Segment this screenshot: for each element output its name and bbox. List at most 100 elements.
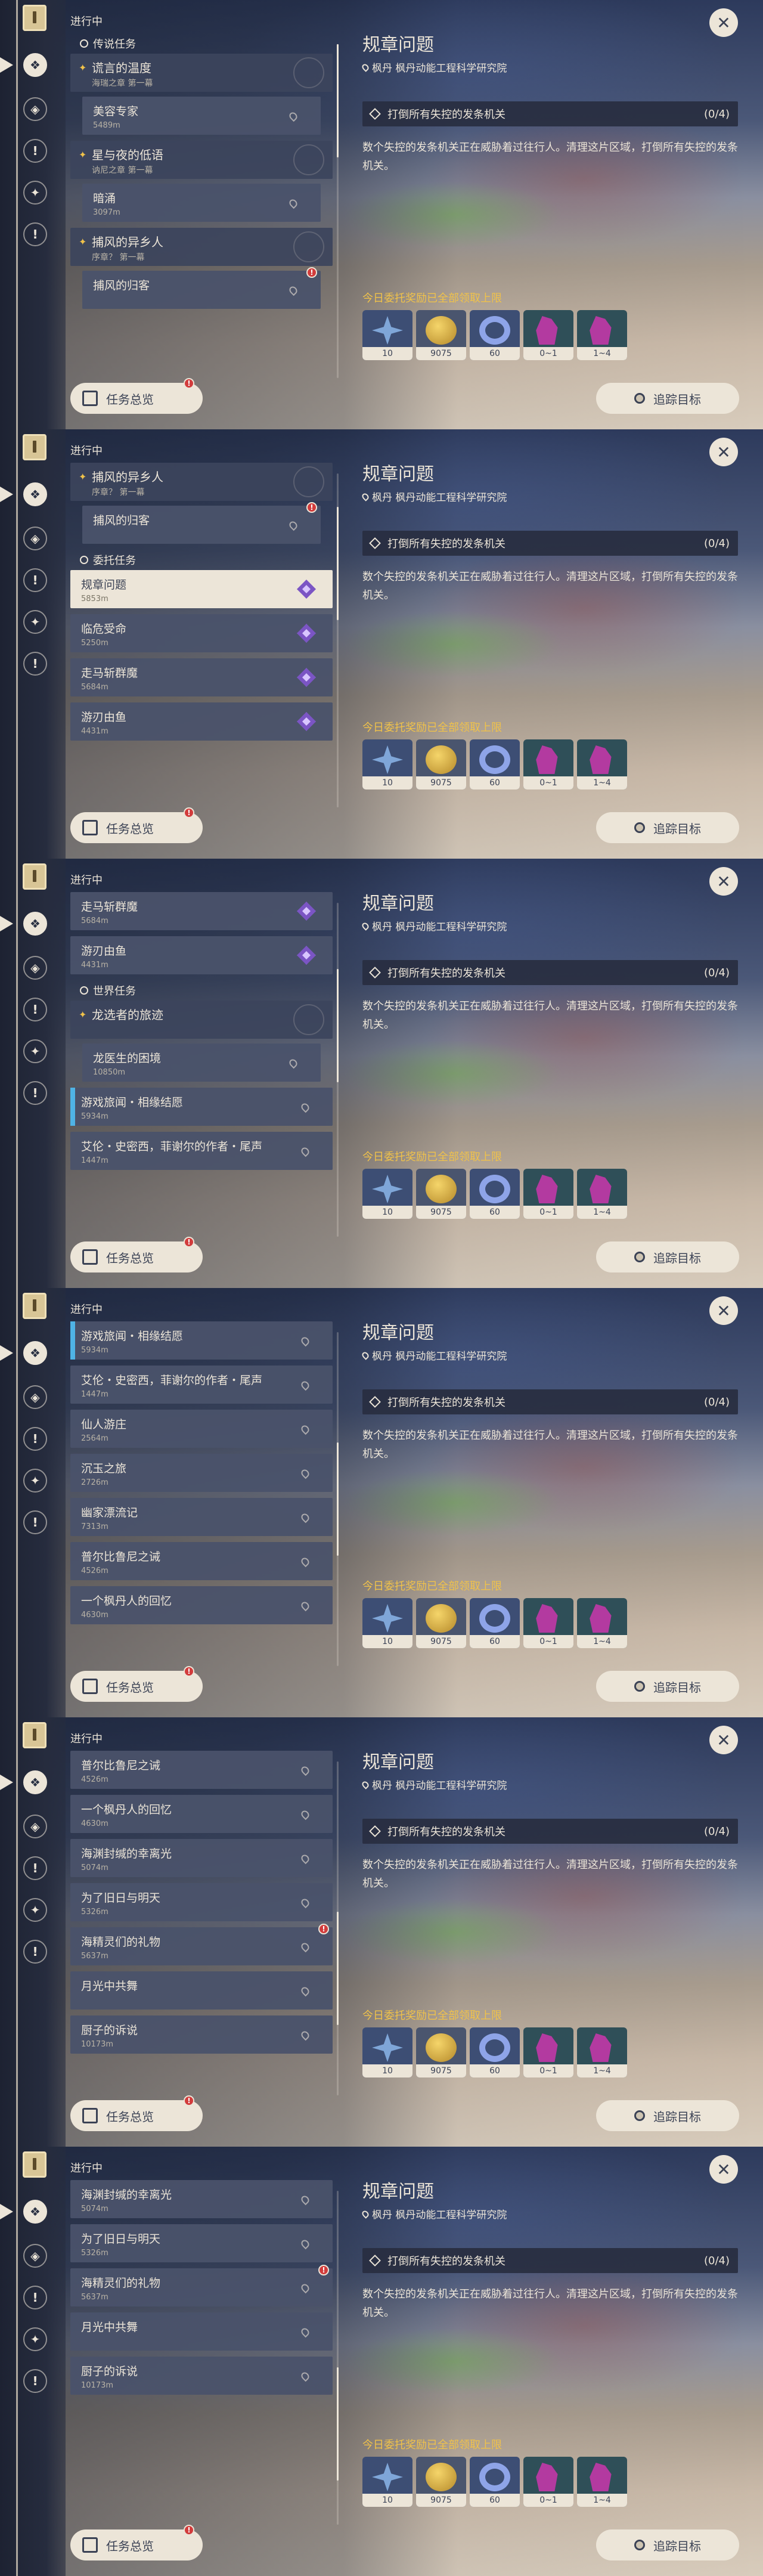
reward-item[interactable]: 10 xyxy=(362,2457,412,2507)
quest-item[interactable]: 艾伦・史密西，菲谢尔的作者・尾声 1447m xyxy=(70,1132,333,1170)
list-scrollbar[interactable] xyxy=(337,1332,339,1666)
book-icon[interactable] xyxy=(23,1293,46,1319)
reward-item[interactable]: 10 xyxy=(362,2027,412,2077)
close-button[interactable]: ✕ xyxy=(709,1726,738,1754)
quest-item[interactable]: 临危受命 5250m xyxy=(70,614,333,652)
reward-item[interactable]: 10 xyxy=(362,1169,412,1219)
book-icon[interactable] xyxy=(23,2151,46,2178)
reward-item[interactable]: 1~4 xyxy=(577,1169,627,1219)
reward-item[interactable]: 0~1 xyxy=(523,2027,573,2077)
reward-item[interactable]: 1~4 xyxy=(577,2027,627,2077)
quest-item[interactable]: 海精灵们的礼物 5637m! xyxy=(70,1924,333,1965)
track-target-button[interactable]: 追踪目标 xyxy=(596,1671,739,1702)
quest-item[interactable]: 艾伦・史密西，菲谢尔的作者・尾声 1447m xyxy=(70,1366,333,1404)
reward-item[interactable]: 1~4 xyxy=(577,310,627,360)
quest-chapter[interactable]: ✦ 捕风的异乡人 序章？ 第一幕 xyxy=(70,228,333,266)
reward-item[interactable]: 60 xyxy=(470,2457,520,2507)
close-button[interactable]: ✕ xyxy=(709,1296,738,1325)
rail-tab-legend-quest[interactable]: ! xyxy=(21,1425,49,1453)
book-icon[interactable] xyxy=(23,434,46,460)
rail-tab-archon-quest[interactable]: ◈ xyxy=(21,95,49,123)
list-scroll-thumb[interactable] xyxy=(337,969,339,1082)
quest-item[interactable]: 月光中共舞 xyxy=(70,1971,333,2010)
rail-tab-quest-all[interactable]: ❖ xyxy=(21,2198,49,2225)
reward-item[interactable]: 1~4 xyxy=(577,2457,627,2507)
quest-item[interactable]: 游戏旅闻・相缘结愿 5934m xyxy=(70,1088,333,1126)
list-scroll-thumb[interactable] xyxy=(337,44,339,157)
quest-item[interactable]: 仙人游庄 2564m xyxy=(70,1410,333,1448)
rail-tab-commission-quest[interactable]: ✦ xyxy=(21,1467,49,1494)
rail-tab-world-quest[interactable]: ! xyxy=(21,1079,49,1107)
reward-item[interactable]: 60 xyxy=(470,1598,520,1648)
list-scrollbar[interactable] xyxy=(337,473,339,807)
rail-tab-world-quest[interactable]: ! xyxy=(21,221,49,248)
quest-item[interactable]: 美容专家 5489m xyxy=(82,97,321,135)
track-target-button[interactable]: 追踪目标 xyxy=(596,1241,739,1272)
track-target-button[interactable]: 追踪目标 xyxy=(596,383,739,414)
reward-item[interactable]: 10 xyxy=(362,739,412,789)
list-scrollbar[interactable] xyxy=(337,44,339,378)
rail-tab-quest-all[interactable]: ❖ xyxy=(21,1769,49,1796)
reward-item[interactable]: 0~1 xyxy=(523,1598,573,1648)
rail-tab-legend-quest[interactable]: ! xyxy=(21,1854,49,1882)
rail-tab-quest-all[interactable]: ❖ xyxy=(21,1339,49,1367)
quest-item[interactable]: 游戏旅闻・相缘结愿 5934m xyxy=(70,1321,333,1360)
reward-item[interactable]: 1~4 xyxy=(577,1598,627,1648)
close-button[interactable]: ✕ xyxy=(709,2155,738,2184)
reward-item[interactable]: 60 xyxy=(470,1169,520,1219)
rail-tab-quest-all[interactable]: ❖ xyxy=(21,481,49,508)
rail-tab-legend-quest[interactable]: ! xyxy=(21,996,49,1023)
rail-tab-commission-quest[interactable]: ✦ xyxy=(21,2326,49,2353)
book-icon[interactable] xyxy=(23,863,46,890)
reward-item[interactable]: 9075 xyxy=(416,2457,466,2507)
rail-tab-archon-quest[interactable]: ◈ xyxy=(21,525,49,552)
reward-item[interactable]: 10 xyxy=(362,310,412,360)
rail-tab-archon-quest[interactable]: ◈ xyxy=(21,2242,49,2270)
quest-item[interactable]: 厨子的诉说 10173m xyxy=(70,2015,333,2054)
quest-overview-button[interactable]: 任务总览! xyxy=(70,1666,203,1702)
quest-item[interactable]: 海渊封缄的幸离光 5074m xyxy=(70,1839,333,1877)
quest-item[interactable]: 普尔比鲁尼之诫 4526m xyxy=(70,1751,333,1789)
reward-item[interactable]: 10 xyxy=(362,1598,412,1648)
quest-chapter[interactable]: ✦ 捕风的异乡人 序章？ 第一幕 xyxy=(70,463,333,501)
list-scrollbar[interactable] xyxy=(337,1761,339,2095)
quest-item[interactable]: 沉玉之旅 2726m xyxy=(70,1454,333,1492)
rail-tab-world-quest[interactable]: ! xyxy=(21,1509,49,1536)
quest-item[interactable]: 规章问题 5853m xyxy=(70,570,333,608)
rail-tab-world-quest[interactable]: ! xyxy=(21,650,49,677)
reward-item[interactable]: 0~1 xyxy=(523,739,573,789)
quest-item[interactable]: 为了旧日与明天 5326m xyxy=(70,2224,333,2262)
rail-tab-archon-quest[interactable]: ◈ xyxy=(21,1813,49,1840)
quest-item[interactable]: 走马斩群魔 5684m xyxy=(70,892,333,930)
quest-item[interactable]: 厨子的诉说 10173m xyxy=(70,2357,333,2395)
rail-tab-world-quest[interactable]: ! xyxy=(21,2367,49,2395)
book-icon[interactable] xyxy=(23,1722,46,1748)
list-scrollbar[interactable] xyxy=(337,903,339,1237)
list-scrollbar[interactable] xyxy=(337,2191,339,2525)
reward-item[interactable]: 60 xyxy=(470,310,520,360)
reward-item[interactable]: 1~4 xyxy=(577,739,627,789)
close-button[interactable]: ✕ xyxy=(709,438,738,466)
list-scroll-thumb[interactable] xyxy=(337,1912,339,2025)
rail-tab-legend-quest[interactable]: ! xyxy=(21,566,49,594)
reward-item[interactable]: 9075 xyxy=(416,739,466,789)
quest-item[interactable]: 走马斩群魔 5684m xyxy=(70,658,333,696)
quest-item[interactable]: 龙医生的困境 10850m xyxy=(82,1044,321,1082)
rail-tab-commission-quest[interactable]: ✦ xyxy=(21,1038,49,1065)
rail-tab-quest-all[interactable]: ❖ xyxy=(21,51,49,79)
quest-overview-button[interactable]: 任务总览! xyxy=(70,378,203,414)
list-scroll-thumb[interactable] xyxy=(337,1442,339,1556)
quest-overview-button[interactable]: 任务总览! xyxy=(70,2525,203,2560)
quest-item[interactable]: 捕风的归客! xyxy=(82,267,321,309)
quest-overview-button[interactable]: 任务总览! xyxy=(70,807,203,843)
quest-item[interactable]: 一个枫丹人的回忆 4630m xyxy=(70,1795,333,1833)
reward-item[interactable]: 9075 xyxy=(416,2027,466,2077)
quest-item[interactable]: 幽家漂流记 7313m xyxy=(70,1498,333,1536)
quest-item[interactable]: 一个枫丹人的回忆 4630m xyxy=(70,1586,333,1624)
close-button[interactable]: ✕ xyxy=(709,8,738,37)
quest-item[interactable]: 游刃由鱼 4431m xyxy=(70,702,333,741)
reward-item[interactable]: 0~1 xyxy=(523,310,573,360)
track-target-button[interactable]: 追踪目标 xyxy=(596,2100,739,2131)
quest-item[interactable]: 海渊封缄的幸离光 5074m xyxy=(70,2180,333,2218)
list-scroll-thumb[interactable] xyxy=(337,2367,339,2481)
